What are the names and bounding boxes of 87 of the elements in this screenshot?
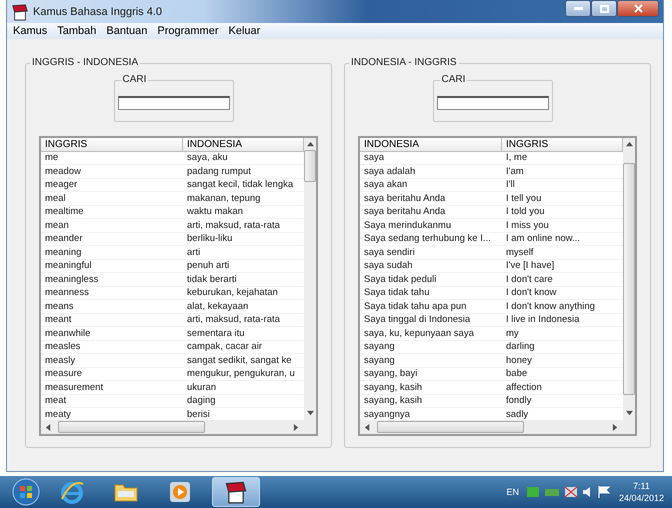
maximize-icon bbox=[600, 4, 608, 12]
media-player-icon bbox=[169, 481, 191, 503]
close-button[interactable] bbox=[617, 0, 659, 17]
scroll-down-icon[interactable] bbox=[306, 410, 314, 417]
menu-item[interactable]: Tambah bbox=[57, 25, 96, 37]
table-cell: mean bbox=[41, 219, 183, 232]
book-icon bbox=[224, 480, 248, 504]
table-cell: meager bbox=[41, 178, 183, 192]
table-cell: meadow bbox=[41, 165, 183, 178]
scroll-left-icon[interactable] bbox=[364, 424, 371, 430]
table-cell: meal bbox=[41, 192, 183, 206]
table-cell: Saya tidak peduli bbox=[360, 273, 502, 286]
scroll-thumb[interactable] bbox=[377, 421, 524, 433]
tray-icons-drawing[interactable] bbox=[526, 485, 611, 499]
table-cell: mealtime bbox=[41, 206, 183, 219]
menu-item[interactable]: Bantuan bbox=[106, 25, 148, 37]
table-cell: measurement bbox=[41, 381, 183, 394]
table-cell: saya sendiri bbox=[360, 246, 502, 260]
table-cell: meanness bbox=[41, 286, 183, 300]
clock-date: 24/04/2012 bbox=[618, 492, 664, 504]
scroll-right-icon[interactable] bbox=[293, 424, 300, 430]
table-cell: sayang, kasih bbox=[360, 394, 502, 408]
column-header[interactable]: INDONESIA bbox=[360, 138, 502, 152]
table-cell: meaningless bbox=[41, 273, 183, 286]
menu-item[interactable]: Programmer bbox=[157, 25, 218, 37]
search-field[interactable] bbox=[118, 96, 230, 110]
group-title: INDONESIA - INGGRIS bbox=[349, 57, 459, 68]
table-cell: sayang bbox=[360, 354, 502, 368]
table-cell: Saya tidak tahu apa pun bbox=[360, 300, 502, 314]
search-label: CARI bbox=[440, 74, 468, 85]
scroll-down-icon[interactable] bbox=[626, 410, 632, 417]
vertical-scrollbar[interactable] bbox=[304, 138, 316, 420]
table-cell: me bbox=[41, 152, 183, 165]
column-header[interactable]: INGGRIS bbox=[502, 138, 623, 152]
search-field[interactable] bbox=[436, 96, 548, 110]
table-cell: means bbox=[41, 300, 183, 314]
table-cell: Saya tidak tahu bbox=[360, 286, 502, 300]
table-cell: sayang, bayi bbox=[360, 368, 502, 381]
scroll-up-icon[interactable] bbox=[306, 141, 314, 148]
column-header[interactable]: INDONESIA bbox=[183, 138, 304, 152]
table-cell: measly bbox=[41, 354, 183, 368]
minimize-button[interactable] bbox=[565, 0, 591, 17]
table-cell: measles bbox=[41, 340, 183, 354]
table-cell: Saya sedang terhubung ke I... bbox=[360, 232, 502, 246]
table-cell: meant bbox=[41, 314, 183, 327]
table-cell: saya sudah bbox=[360, 260, 502, 273]
vertical-scrollbar[interactable] bbox=[623, 138, 635, 420]
table-cell: Saya tinggal di Indonesia bbox=[360, 314, 502, 327]
table-cell: saya beritahu Anda bbox=[360, 192, 502, 206]
table-cell: saya, ku, kepunyaan saya bbox=[360, 327, 502, 340]
table-cell: meaning bbox=[41, 246, 183, 260]
scroll-left-icon[interactable] bbox=[45, 424, 52, 430]
column-header[interactable]: INGGRIS bbox=[41, 138, 183, 152]
menu-item[interactable]: Kamus bbox=[13, 25, 48, 37]
scroll-right-icon[interactable] bbox=[612, 424, 619, 430]
book-icon bbox=[11, 2, 29, 20]
scroll-thumb[interactable] bbox=[623, 163, 635, 395]
window-title: Kamus Bahasa Inggris 4.0 bbox=[33, 6, 164, 18]
taskbar-button[interactable] bbox=[212, 477, 260, 507]
group-title: INGGRIS - INDONESIA bbox=[30, 57, 140, 68]
horizontal-scrollbar[interactable] bbox=[360, 420, 623, 434]
language-indicator[interactable]: EN bbox=[506, 487, 519, 497]
search-label: CARI bbox=[120, 74, 148, 85]
scroll-thumb[interactable] bbox=[304, 150, 316, 182]
table-cell: saya beritahu Anda bbox=[360, 206, 502, 219]
table-cell: Saya merindukanmu bbox=[360, 219, 502, 232]
menu-item[interactable]: Keluar bbox=[228, 25, 260, 37]
table-cell: meat bbox=[41, 394, 183, 408]
horizontal-scrollbar[interactable] bbox=[41, 420, 304, 434]
start-button[interactable] bbox=[12, 478, 40, 506]
table-cell: saya adalah bbox=[360, 165, 502, 178]
table-cell: saya akan bbox=[360, 178, 502, 192]
scroll-up-icon[interactable] bbox=[626, 141, 632, 148]
scroll-thumb[interactable] bbox=[58, 421, 205, 433]
table-cell: meaningful bbox=[41, 260, 183, 273]
browser-icon bbox=[59, 479, 85, 505]
table-cell: saya bbox=[360, 152, 502, 165]
clock[interactable]: 7:11 24/04/2012 bbox=[618, 480, 664, 504]
table-cell: sayang, kasih bbox=[360, 381, 502, 394]
maximize-button[interactable] bbox=[591, 0, 617, 17]
table-cell: meander bbox=[41, 232, 183, 246]
table-cell: measure bbox=[41, 368, 183, 381]
table-cell: meanwhile bbox=[41, 327, 183, 340]
close-icon bbox=[634, 4, 642, 13]
clock-time: 7:11 bbox=[633, 480, 650, 492]
minimize-icon bbox=[574, 7, 582, 10]
table-cell: sayang bbox=[360, 340, 502, 354]
